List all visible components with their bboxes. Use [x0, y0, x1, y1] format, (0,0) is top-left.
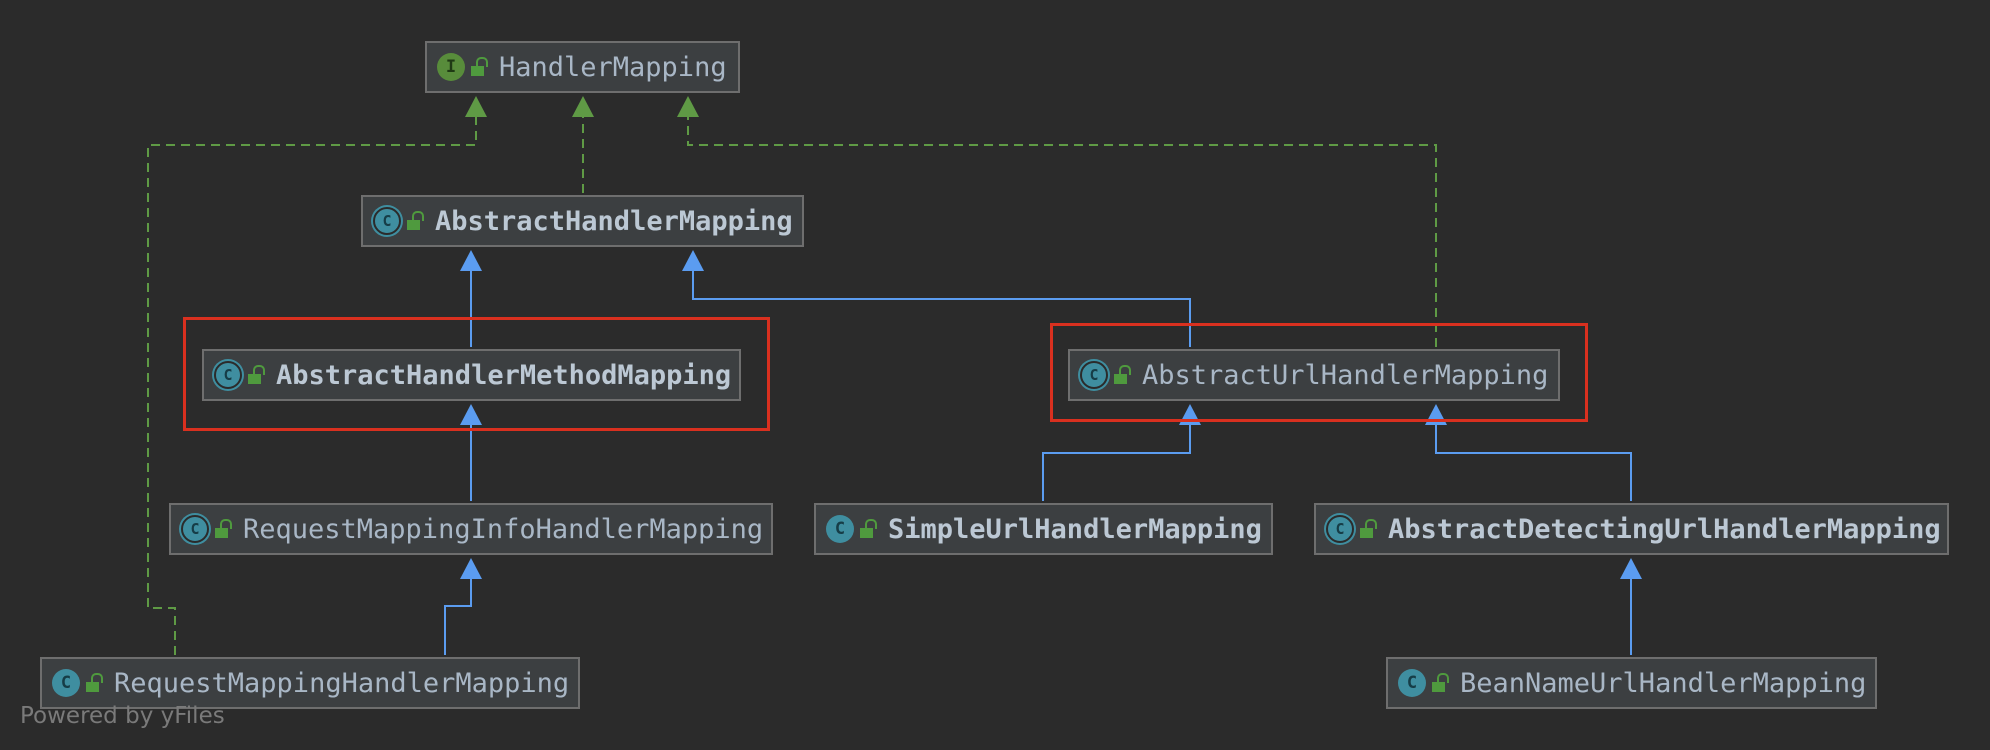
node-abstract-url-handler-mapping[interactable]: C AbstractUrlHandlerMapping	[1068, 349, 1560, 401]
arrowhead-extends	[682, 250, 704, 271]
abstract-class-icon: C	[181, 515, 209, 543]
class-icon: C	[1398, 669, 1426, 697]
node-label: BeanNameUrlHandlerMapping	[1460, 667, 1867, 699]
abstract-class-icon: C	[373, 207, 401, 235]
class-icon: C	[52, 669, 80, 697]
abstract-class-icon: C	[1080, 361, 1108, 389]
node-label: SimpleUrlHandlerMapping	[888, 513, 1262, 545]
abstract-class-icon: C	[1326, 515, 1354, 543]
edge-abstract-detecting-extends-abstract-url	[1435, 420, 1632, 501]
node-label: AbstractDetectingUrlHandlerMapping	[1388, 513, 1941, 545]
public-lock-icon	[248, 365, 265, 385]
class-icon: C	[826, 515, 854, 543]
node-label: AbstractHandlerMapping	[435, 205, 793, 237]
node-abstract-detecting-url-handler-mapping[interactable]: C AbstractDetectingUrlHandlerMapping	[1314, 503, 1949, 555]
public-lock-icon	[86, 673, 103, 693]
node-simple-url-handler-mapping[interactable]: C SimpleUrlHandlerMapping	[814, 503, 1273, 555]
node-bean-name-url-handler-mapping[interactable]: C BeanNameUrlHandlerMapping	[1386, 657, 1877, 709]
node-label: AbstractHandlerMethodMapping	[276, 359, 732, 391]
node-request-mapping-info-handler-mapping[interactable]: C RequestMappingInfoHandlerMapping	[169, 503, 773, 555]
yfiles-watermark: Powered by yFiles	[20, 703, 225, 729]
arrowhead-extends	[460, 558, 482, 579]
interface-icon: I	[437, 53, 465, 81]
public-lock-icon	[471, 57, 488, 77]
public-lock-icon	[860, 519, 877, 539]
edge-simple-url-extends-abstract-url	[1042, 420, 1191, 501]
node-label: RequestMappingInfoHandlerMapping	[243, 513, 764, 545]
arrowhead-implements	[465, 96, 487, 117]
node-label: RequestMappingHandlerMapping	[114, 667, 570, 699]
node-abstract-handler-method-mapping[interactable]: C AbstractHandlerMethodMapping	[202, 349, 741, 401]
public-lock-icon	[1114, 365, 1131, 385]
class-diagram: I HandlerMapping C AbstractHandlerMappin…	[0, 0, 1990, 750]
node-label: AbstractUrlHandlerMapping	[1142, 359, 1549, 391]
arrowhead-extends	[1620, 558, 1642, 579]
edge-request-mapping-handler-extends-request-mapping-info	[444, 574, 472, 655]
public-lock-icon	[1360, 519, 1377, 539]
node-abstract-handler-mapping[interactable]: C AbstractHandlerMapping	[361, 195, 804, 247]
arrowhead-implements	[677, 96, 699, 117]
arrowhead-extends	[460, 250, 482, 271]
public-lock-icon	[1432, 673, 1449, 693]
arrowhead-implements	[572, 96, 594, 117]
implements-arrowheads	[465, 96, 699, 117]
public-lock-icon	[215, 519, 232, 539]
node-label: HandlerMapping	[499, 51, 727, 83]
node-handler-mapping[interactable]: I HandlerMapping	[425, 41, 740, 93]
node-request-mapping-handler-mapping[interactable]: C RequestMappingHandlerMapping	[40, 657, 580, 709]
public-lock-icon	[407, 211, 424, 231]
abstract-class-icon: C	[214, 361, 242, 389]
